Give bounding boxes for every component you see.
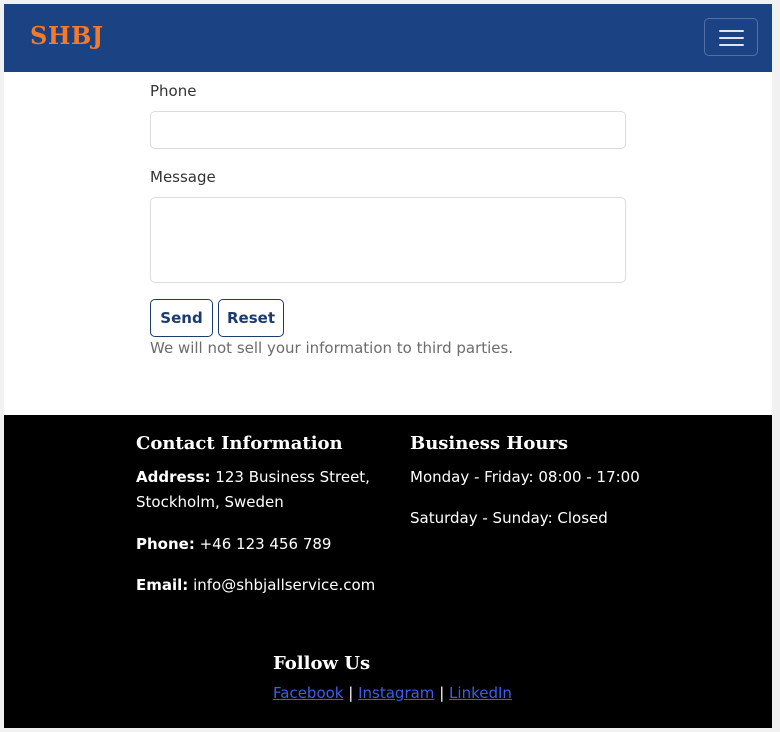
message-textarea[interactable] (150, 197, 626, 283)
phone-label-footer: Phone: (136, 535, 195, 553)
contact-heading: Contact Information (136, 433, 343, 454)
navbar: SHBJ (4, 4, 772, 72)
footer: Contact Information Address: 123 Busines… (4, 415, 772, 728)
linkedin-link[interactable]: LinkedIn (449, 684, 512, 702)
address-line2: Stockholm, Sweden (136, 493, 284, 511)
reset-button[interactable]: Reset (218, 299, 284, 337)
brand-logo[interactable]: SHBJ (30, 21, 104, 50)
hours-weekend: Saturday - Sunday: Closed (410, 509, 608, 527)
privacy-note: We will not sell your information to thi… (150, 339, 514, 357)
menu-bar-line (719, 37, 744, 39)
menu-bar-line (719, 44, 744, 46)
link-separator: | (348, 684, 354, 702)
hamburger-menu-icon[interactable] (704, 18, 758, 56)
follow-heading: Follow Us (273, 653, 371, 674)
contact-phone: Phone: +46 123 456 789 (136, 532, 331, 557)
hours-heading: Business Hours (410, 433, 569, 454)
address-line1: 123 Business Street, (215, 468, 370, 486)
send-button[interactable]: Send (150, 299, 213, 337)
link-separator: | (439, 684, 445, 702)
facebook-link[interactable]: Facebook (273, 684, 343, 702)
phone-value: +46 123 456 789 (199, 535, 332, 553)
message-label: Message (150, 168, 216, 186)
menu-bar-line (719, 30, 744, 32)
phone-label: Phone (150, 82, 197, 100)
page-frame: SHBJ Phone Message Send Reset We will no… (4, 4, 772, 728)
instagram-link[interactable]: Instagram (358, 684, 434, 702)
contact-address: Address: 123 Business Street, Stockholm,… (136, 465, 370, 515)
contact-email: Email: info@shbjallservice.com (136, 573, 375, 598)
phone-input[interactable] (150, 111, 626, 149)
email-value: info@shbjallservice.com (193, 576, 376, 594)
hours-weekdays: Monday - Friday: 08:00 - 17:00 (410, 468, 640, 486)
address-label: Address: (136, 468, 211, 486)
social-links: Facebook | Instagram | LinkedIn (273, 684, 512, 702)
email-label: Email: (136, 576, 189, 594)
